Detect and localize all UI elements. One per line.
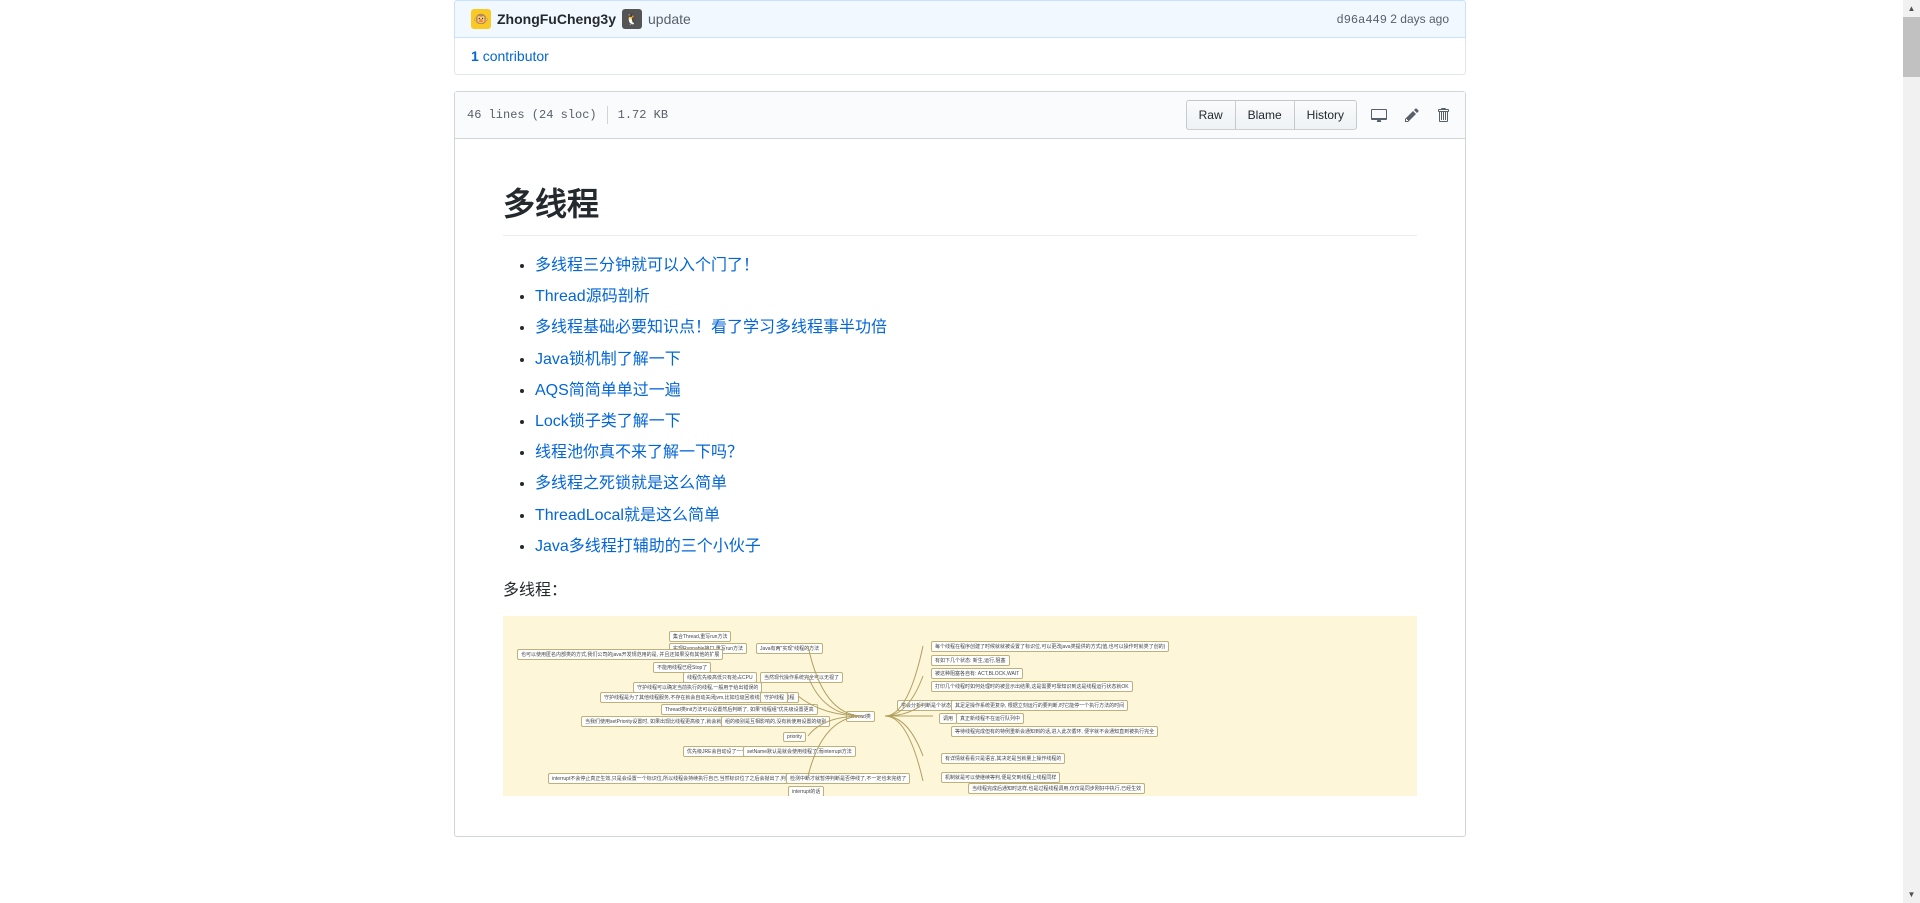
article-link[interactable]: 线程池你真不来了解一下吗？ xyxy=(535,444,743,461)
list-item: 线程池你真不来了解一下吗？ xyxy=(535,439,1417,466)
mindmap-connectors xyxy=(503,616,1417,796)
commit-meta: d96a449 2 days ago xyxy=(1337,12,1449,27)
article-link[interactable]: Lock锁子类了解一下 xyxy=(535,413,681,430)
file-size: 1.72 KB xyxy=(618,108,668,122)
article-link[interactable]: Thread源码剖析 xyxy=(535,288,650,305)
contributors-link[interactable]: 1 contributor xyxy=(471,48,549,64)
list-item: Lock锁子类了解一下 xyxy=(535,408,1417,435)
commit-message[interactable]: update xyxy=(648,11,691,27)
file-box: 46 lines (24 sloc) 1.72 KB Raw Blame His… xyxy=(454,91,1466,837)
trash-icon[interactable] xyxy=(1433,103,1453,127)
avatar[interactable]: 🐵 xyxy=(471,9,491,29)
article-link[interactable]: ThreadLocal就是这么简单 xyxy=(535,507,720,524)
article-link[interactable]: 多线程基础必要知识点！看了学习多线程事半功倍 xyxy=(535,319,887,336)
list-item: 多线程三分钟就可以入个门了！ xyxy=(535,252,1417,279)
list-item: Thread源码剖析 xyxy=(535,283,1417,310)
file-actions: Raw Blame History xyxy=(1186,100,1453,130)
article-link[interactable]: AQS简简单单过一遍 xyxy=(535,382,681,399)
readme-subheading: 多线程： xyxy=(503,576,1417,600)
contributors-label: contributor xyxy=(483,48,549,64)
scroll-down-arrow[interactable]: ▼ xyxy=(1903,886,1920,903)
article-link[interactable]: Java多线程打辅助的三个小伙子 xyxy=(535,538,761,555)
button-group: Raw Blame History xyxy=(1186,100,1357,130)
commit-time: 2 days ago xyxy=(1390,12,1449,26)
list-item: Java多线程打辅助的三个小伙子 xyxy=(535,533,1417,560)
contributors-bar: 1 contributor xyxy=(454,38,1466,75)
scrollbar[interactable]: ▲ ▼ xyxy=(1903,0,1920,903)
mindmap-image[interactable]: Thread类 集合Thread,重写run方法 实现Runnable接口,重写… xyxy=(503,616,1417,796)
list-item: AQS简简单单过一遍 xyxy=(535,377,1417,404)
file-header: 46 lines (24 sloc) 1.72 KB Raw Blame His… xyxy=(455,92,1465,139)
commit-sha[interactable]: d96a449 xyxy=(1337,13,1387,27)
contributors-count: 1 xyxy=(471,48,479,64)
readme-heading: 多线程 xyxy=(503,179,1417,236)
article-link[interactable]: 多线程之死锁就是这么简单 xyxy=(535,475,727,492)
scrollbar-thumb[interactable] xyxy=(1903,17,1920,77)
readme-content: 多线程 多线程三分钟就可以入个门了！ Thread源码剖析 多线程基础必要知识点… xyxy=(455,139,1465,836)
pencil-icon[interactable] xyxy=(1401,103,1423,127)
file-info: 46 lines (24 sloc) 1.72 KB xyxy=(467,106,668,124)
article-link[interactable]: Java锁机制了解一下 xyxy=(535,351,681,368)
list-item: Java锁机制了解一下 xyxy=(535,346,1417,373)
list-item: 多线程之死锁就是这么简单 xyxy=(535,470,1417,497)
commit-status-icon: 🐧 xyxy=(622,9,642,29)
file-lines: 46 lines (24 sloc) xyxy=(467,108,597,122)
author-link[interactable]: ZhongFuCheng3y xyxy=(497,11,616,27)
raw-button[interactable]: Raw xyxy=(1186,100,1236,130)
article-link[interactable]: 多线程三分钟就可以入个门了！ xyxy=(535,257,759,274)
scroll-up-arrow[interactable]: ▲ xyxy=(1903,0,1920,17)
list-item: ThreadLocal就是这么简单 xyxy=(535,502,1417,529)
commit-bar: 🐵 ZhongFuCheng3y 🐧 update d96a449 2 days… xyxy=(454,0,1466,38)
commit-author-block: 🐵 ZhongFuCheng3y 🐧 update xyxy=(471,9,691,29)
desktop-icon[interactable] xyxy=(1367,103,1391,127)
separator xyxy=(607,106,608,124)
link-list: 多线程三分钟就可以入个门了！ Thread源码剖析 多线程基础必要知识点！看了学… xyxy=(503,252,1417,560)
list-item: 多线程基础必要知识点！看了学习多线程事半功倍 xyxy=(535,314,1417,341)
history-button[interactable]: History xyxy=(1295,100,1357,130)
blame-button[interactable]: Blame xyxy=(1236,100,1295,130)
